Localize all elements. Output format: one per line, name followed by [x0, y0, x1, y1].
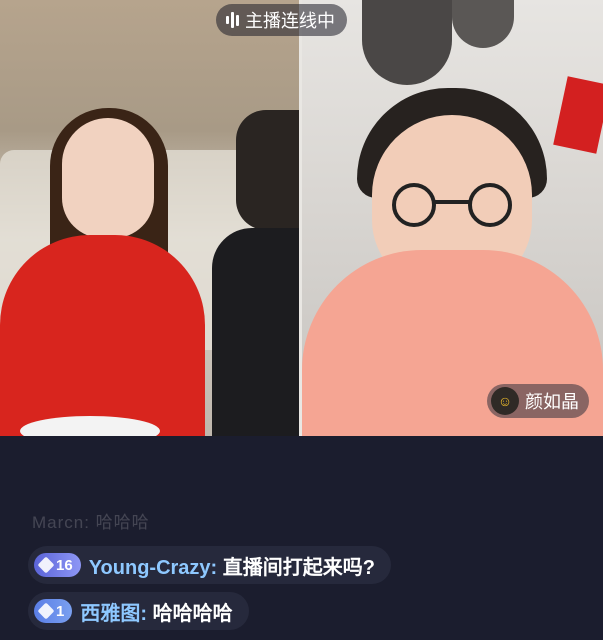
chat-username[interactable]: Young-Crazy	[89, 557, 211, 579]
chat-message[interactable]: 16 Young-Crazy: 直播间打起来吗?	[28, 546, 391, 584]
hanging-pan	[452, 0, 514, 48]
level-badge: 16	[34, 553, 81, 577]
faded-comment: Marcn: 哈哈哈	[32, 513, 150, 532]
host-red-shirt	[0, 235, 205, 436]
host-video[interactable]	[0, 0, 299, 436]
chat-text: 直播间打起来吗?	[222, 556, 375, 579]
level-number: 1	[56, 602, 65, 620]
guest-video[interactable]: ☺ 颜如晶	[302, 0, 603, 436]
chat-message[interactable]: 1 西雅图: 哈哈哈哈	[28, 592, 249, 630]
red-decoration	[553, 76, 603, 154]
cohost-head	[236, 110, 299, 230]
live-status-label: 主播连线中	[245, 11, 335, 31]
chat-username[interactable]: 西雅图	[80, 603, 140, 625]
gem-icon	[37, 556, 55, 574]
signal-bars-icon	[226, 11, 239, 29]
level-badge: 1	[34, 599, 73, 623]
chat-text: 哈哈哈哈	[152, 602, 233, 625]
guest-name-tag[interactable]: ☺ 颜如晶	[487, 384, 589, 418]
video-area: ☺ 颜如晶	[0, 0, 603, 436]
glasses-icon	[392, 183, 512, 227]
chat-separator: :	[140, 602, 148, 625]
guest-avatar[interactable]: ☺	[491, 387, 519, 415]
gem-icon	[37, 602, 55, 620]
live-connection-status: 主播连线中	[216, 4, 347, 36]
chat-area: Marcn: 哈哈哈 16 Young-Crazy: 直播间打起来吗? 1 西雅…	[0, 440, 603, 640]
guest-name: 颜如晶	[525, 392, 579, 412]
hanging-pot	[362, 0, 452, 85]
chat-separator: :	[210, 556, 218, 579]
level-number: 16	[56, 556, 73, 574]
cohost-black-shirt	[212, 228, 299, 436]
host-face	[62, 118, 154, 238]
